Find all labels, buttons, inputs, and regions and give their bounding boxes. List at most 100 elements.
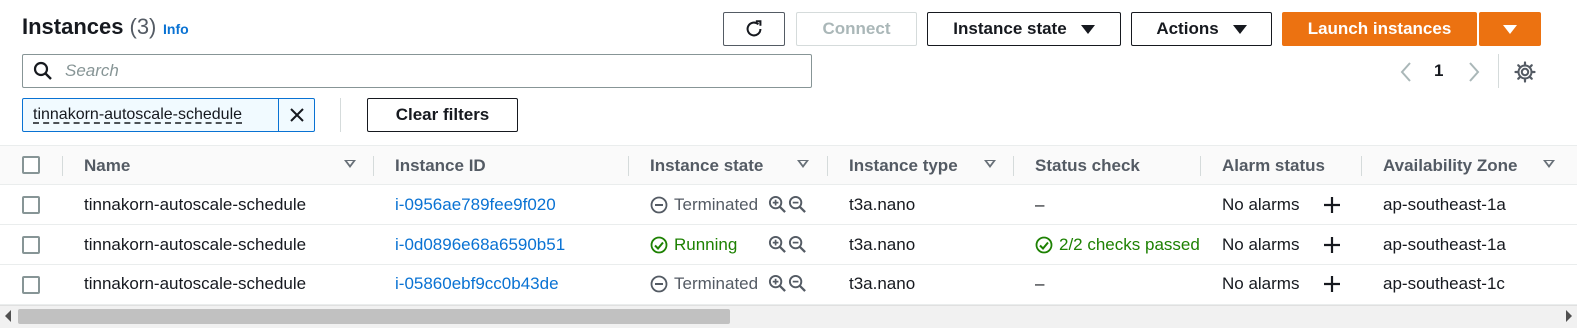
instance-state: Running — [650, 235, 737, 255]
instance-id-link[interactable]: i-05860ebf9cc0b43de — [395, 274, 559, 294]
close-icon — [289, 108, 304, 122]
chevron-left-icon — [1400, 62, 1411, 82]
filter-token-label: tinnakorn-autoscale-schedule — [33, 106, 243, 123]
add-alarm-button[interactable] — [1322, 195, 1342, 220]
instance-type: t3a.nano — [849, 195, 916, 214]
column-header-instance-type[interactable]: Instance type — [849, 156, 958, 176]
caret-down-icon — [1232, 24, 1247, 34]
next-page-button[interactable] — [1464, 58, 1484, 86]
refresh-icon — [746, 20, 762, 37]
zoom-out-icon[interactable] — [788, 195, 807, 214]
instance-type: t3a.nano — [849, 235, 916, 254]
info-link[interactable]: Info — [163, 21, 189, 37]
plus-icon — [1324, 276, 1340, 292]
search-icon — [33, 61, 52, 80]
scroll-left-arrow-icon[interactable] — [5, 310, 11, 322]
alarm-status: No alarms — [1222, 195, 1300, 214]
actions-label: Actions — [1156, 19, 1219, 38]
sort-icon[interactable] — [344, 160, 356, 168]
state-zoom-controls — [768, 195, 807, 214]
alarm-status: No alarms — [1222, 235, 1300, 254]
page-number[interactable]: 1 — [1434, 61, 1443, 81]
column-divider — [1361, 156, 1362, 176]
launch-instances-button[interactable]: Launch instances — [1282, 12, 1477, 46]
select-all-checkbox[interactable] — [22, 156, 40, 174]
column-divider — [628, 156, 629, 176]
actions-button[interactable]: Actions — [1131, 12, 1272, 46]
column-header-instance-state[interactable]: Instance state — [650, 156, 763, 176]
plus-icon — [1324, 197, 1340, 213]
preferences-button[interactable] — [1513, 60, 1537, 84]
remove-filter-button[interactable] — [278, 99, 314, 131]
instance-state-button[interactable]: Instance state — [927, 12, 1121, 46]
previous-page-button[interactable] — [1396, 58, 1416, 86]
page-title: Instances (3) — [22, 14, 156, 40]
sort-icon[interactable] — [797, 160, 809, 168]
instance-state-label: Terminated — [674, 195, 759, 214]
instance-state: Terminated — [650, 195, 758, 215]
row-checkbox[interactable] — [22, 236, 40, 254]
column-divider — [1013, 156, 1014, 176]
instance-type: t3a.nano — [849, 274, 916, 293]
instance-id-link[interactable]: i-0d0896e68a6590b51 — [395, 235, 565, 255]
stopped-icon — [650, 196, 668, 214]
search-box[interactable] — [22, 54, 812, 88]
column-header-status-check[interactable]: Status check — [1035, 156, 1140, 176]
success-icon — [650, 236, 668, 254]
stopped-icon — [650, 275, 668, 293]
column-divider — [373, 156, 374, 176]
zoom-out-icon[interactable] — [788, 235, 807, 254]
state-zoom-controls — [768, 274, 807, 293]
column-header-alarm-status[interactable]: Alarm status — [1222, 156, 1325, 176]
scrollbar-thumb[interactable] — [18, 309, 730, 324]
caret-down-icon — [1080, 24, 1095, 34]
scroll-right-arrow-icon[interactable] — [1566, 310, 1572, 322]
filter-divider — [340, 98, 341, 132]
row-checkbox[interactable] — [22, 276, 40, 294]
gear-icon — [1514, 61, 1536, 83]
zoom-in-icon[interactable] — [768, 235, 787, 254]
filter-token[interactable]: tinnakorn-autoscale-schedule — [22, 98, 315, 132]
row-checkbox[interactable] — [22, 196, 40, 214]
success-icon — [1035, 236, 1053, 254]
column-divider — [827, 156, 828, 176]
table-header — [0, 145, 1577, 185]
connect-button[interactable]: Connect — [796, 12, 917, 46]
status-check: 2/2 checks passed — [1035, 235, 1203, 255]
sort-icon[interactable] — [984, 160, 996, 168]
column-header-instance-id[interactable]: Instance ID — [395, 156, 486, 176]
column-header-availability-zone[interactable]: Availability Zone — [1383, 156, 1517, 176]
column-divider — [62, 156, 63, 176]
instance-state-label: Instance state — [953, 19, 1067, 38]
zoom-in-icon[interactable] — [768, 274, 787, 293]
sort-icon[interactable] — [1543, 160, 1555, 168]
add-alarm-button[interactable] — [1322, 235, 1342, 260]
instance-id-link[interactable]: i-0956ae789fee9f020 — [395, 195, 556, 215]
alarm-status: No alarms — [1222, 274, 1300, 293]
zoom-out-icon[interactable] — [788, 274, 807, 293]
column-header-name[interactable]: Name — [84, 156, 130, 176]
refresh-button[interactable] — [723, 12, 785, 46]
availability-zone: ap-southeast-1a — [1383, 235, 1506, 254]
instance-name: tinnakorn-autoscale-schedule — [84, 195, 307, 214]
page-title-text: Instances — [22, 14, 124, 39]
instance-state-label: Running — [674, 235, 738, 254]
instance-state-label: Terminated — [674, 274, 759, 293]
search-input[interactable] — [63, 60, 763, 82]
chevron-right-icon — [1469, 62, 1480, 82]
status-check: – — [1035, 274, 1045, 293]
caret-down-icon — [1503, 24, 1517, 34]
instance-name: tinnakorn-autoscale-schedule — [84, 235, 307, 254]
plus-icon — [1324, 237, 1340, 253]
status-check-label: 2/2 checks passed — [1059, 235, 1200, 254]
availability-zone: ap-southeast-1a — [1383, 195, 1506, 214]
column-divider — [1200, 156, 1201, 176]
zoom-in-icon[interactable] — [768, 195, 787, 214]
instance-count: (3) — [129, 14, 157, 39]
availability-zone: ap-southeast-1c — [1383, 274, 1505, 293]
clear-filters-button[interactable]: Clear filters — [367, 98, 518, 132]
status-check: – — [1035, 195, 1045, 214]
add-alarm-button[interactable] — [1322, 274, 1342, 299]
instance-name: tinnakorn-autoscale-schedule — [84, 274, 307, 293]
launch-dropdown-button[interactable] — [1479, 12, 1541, 46]
